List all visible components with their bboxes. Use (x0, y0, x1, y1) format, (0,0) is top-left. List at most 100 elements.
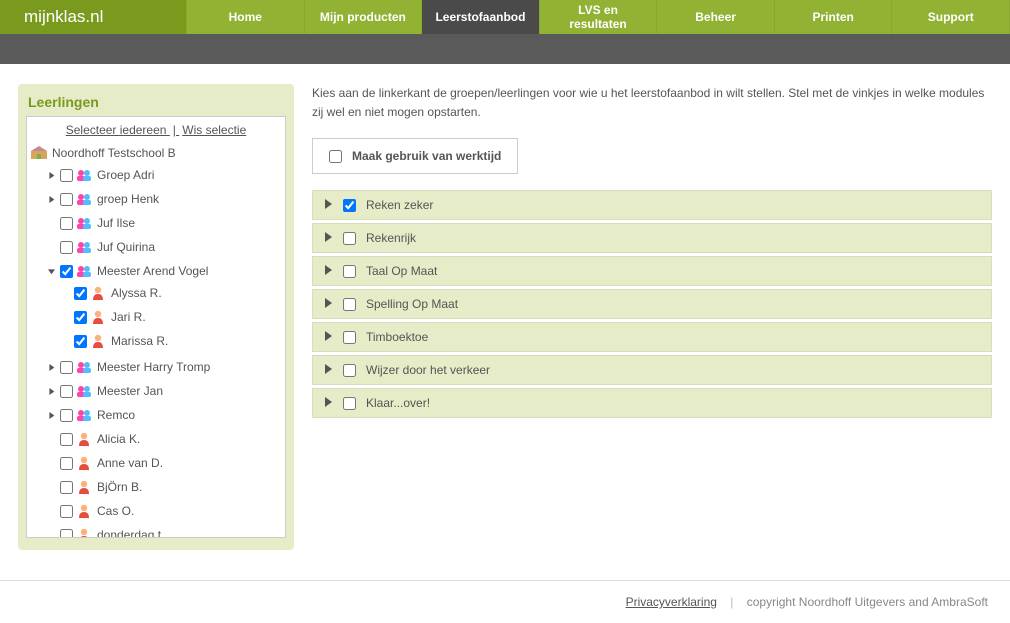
tree-container[interactable]: Selecteer iedereen | Wis selectie Noordh… (26, 116, 286, 538)
tree-node-label: Alyssa R. (109, 283, 162, 303)
student-icon (76, 504, 92, 518)
tree-node-label: Cas O. (95, 501, 134, 521)
expand-arrow-icon[interactable] (323, 198, 333, 212)
tree-node[interactable]: Meester Arend Vogel (41, 261, 285, 281)
tree-node[interactable]: Alyssa R. (55, 283, 285, 303)
module-row[interactable]: Rekenrijk (312, 223, 992, 253)
werktijd-toggle[interactable]: Maak gebruik van werktijd (312, 138, 518, 174)
tree-node[interactable]: Meester Harry Tromp (41, 357, 285, 377)
expand-arrow-icon[interactable] (323, 297, 333, 311)
tree-node[interactable]: Meester Jan (41, 381, 285, 401)
module-row[interactable]: Reken zeker (312, 190, 992, 220)
nav-mijn-producten[interactable]: Mijn producten (305, 0, 423, 34)
tree-node[interactable]: Marissa R. (55, 331, 285, 351)
tree-node-label: Remco (95, 405, 135, 425)
student-icon (76, 456, 92, 470)
module-row[interactable]: Taal Op Maat (312, 256, 992, 286)
student-icon (90, 310, 106, 324)
student-icon (76, 480, 92, 494)
module-checkbox[interactable] (343, 397, 356, 410)
module-checkbox[interactable] (343, 265, 356, 278)
module-row[interactable]: Wijzer door het verkeer (312, 355, 992, 385)
tree-checkbox[interactable] (60, 457, 73, 470)
nav-home[interactable]: Home (186, 0, 305, 34)
expand-arrow-icon[interactable] (323, 363, 333, 377)
module-checkbox[interactable] (343, 331, 356, 344)
expand-arrow-icon[interactable] (45, 412, 57, 419)
tree-node[interactable]: Anne van D. (41, 453, 285, 473)
tree-node[interactable]: groep Henk (41, 189, 285, 209)
sidebar-title: Leerlingen (26, 94, 286, 110)
group-icon (76, 408, 92, 422)
tree-node-label: Juf Ilse (95, 213, 135, 233)
tree-checkbox[interactable] (60, 241, 73, 254)
nav-printen[interactable]: Printen (775, 0, 893, 34)
module-row[interactable]: Klaar...over! (312, 388, 992, 418)
tree-school-node[interactable]: Noordhoff Testschool B (27, 143, 285, 163)
tree-checkbox[interactable] (74, 311, 87, 324)
tree-checkbox[interactable] (74, 287, 87, 300)
werktijd-checkbox[interactable] (329, 150, 342, 163)
student-icon (90, 286, 106, 300)
tree-node-label: Meester Arend Vogel (95, 261, 208, 281)
expand-arrow-icon[interactable] (45, 268, 57, 275)
tree-checkbox[interactable] (60, 193, 73, 206)
tree-node-label: groep Henk (95, 189, 159, 209)
group-icon (76, 168, 92, 182)
tree-checkbox[interactable] (60, 385, 73, 398)
tree-node[interactable]: BjÖrn B. (41, 477, 285, 497)
module-checkbox[interactable] (343, 199, 356, 212)
tree-checkbox[interactable] (60, 265, 73, 278)
tree-node[interactable]: donderdag t. (41, 525, 285, 538)
tree-node[interactable]: Juf Ilse (41, 213, 285, 233)
tree-checkbox[interactable] (60, 409, 73, 422)
expand-arrow-icon[interactable] (323, 396, 333, 410)
module-row[interactable]: Spelling Op Maat (312, 289, 992, 319)
group-icon (76, 216, 92, 230)
module-row[interactable]: Timboektoe (312, 322, 992, 352)
module-label: Wijzer door het verkeer (366, 363, 490, 377)
module-label: Rekenrijk (366, 231, 416, 245)
module-checkbox[interactable] (343, 364, 356, 377)
tree-checkbox[interactable] (60, 529, 73, 539)
group-icon (76, 360, 92, 374)
expand-arrow-icon[interactable] (45, 172, 57, 179)
sub-nav-bar (0, 34, 1010, 64)
nav-lvs-resultaten[interactable]: LVS en resultaten (540, 0, 658, 34)
module-label: Spelling Op Maat (366, 297, 458, 311)
group-icon (76, 384, 92, 398)
copyright-text: copyright Noordhoff Uitgevers and AmbraS… (747, 595, 988, 609)
expand-arrow-icon[interactable] (323, 231, 333, 245)
expand-arrow-icon[interactable] (45, 364, 57, 371)
tree-checkbox[interactable] (60, 217, 73, 230)
module-checkbox[interactable] (343, 298, 356, 311)
tree-checkbox[interactable] (60, 169, 73, 182)
privacy-link[interactable]: Privacyverklaring (626, 595, 717, 609)
tree-checkbox[interactable] (60, 433, 73, 446)
clear-selection-link[interactable]: Wis selectie (182, 123, 246, 137)
tree-checkbox[interactable] (74, 335, 87, 348)
nav-leerstofaanbod[interactable]: Leerstofaanbod (422, 0, 540, 34)
nav-beheer[interactable]: Beheer (657, 0, 775, 34)
expand-arrow-icon[interactable] (323, 330, 333, 344)
tree-checkbox[interactable] (60, 505, 73, 518)
expand-arrow-icon[interactable] (45, 196, 57, 203)
tree-node[interactable]: Juf Quirina (41, 237, 285, 257)
expand-arrow-icon[interactable] (323, 264, 333, 278)
module-label: Taal Op Maat (366, 264, 437, 278)
tree-checkbox[interactable] (60, 361, 73, 374)
tree-node-label: Meester Harry Tromp (95, 357, 210, 377)
tree-node[interactable]: Jari R. (55, 307, 285, 327)
logo: mijnklas.nl (0, 0, 186, 34)
nav-support[interactable]: Support (892, 0, 1010, 34)
tree-node[interactable]: Groep Adri (41, 165, 285, 185)
select-all-link[interactable]: Selecteer iedereen (66, 123, 167, 137)
module-checkbox[interactable] (343, 232, 356, 245)
tree-node[interactable]: Remco (41, 405, 285, 425)
tree-node[interactable]: Alicia K. (41, 429, 285, 449)
tree-node[interactable]: Cas O. (41, 501, 285, 521)
tree-checkbox[interactable] (60, 481, 73, 494)
expand-arrow-icon[interactable] (45, 388, 57, 395)
footer: Privacyverklaring | copyright Noordhoff … (0, 580, 1010, 623)
group-icon (76, 240, 92, 254)
